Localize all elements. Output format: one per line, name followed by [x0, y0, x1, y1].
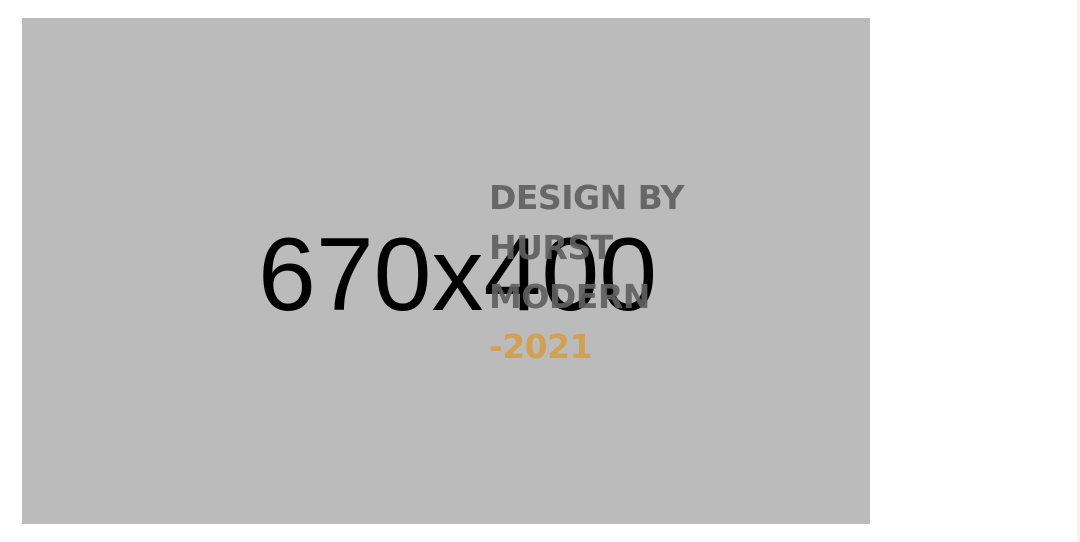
headline-line-3: MODERN: [489, 277, 650, 316]
hero-year: -2021: [489, 326, 593, 366]
hero-caption: DESIGN BY HURST MODERN -2021: [489, 173, 729, 371]
headline-line-2: HURST: [489, 227, 613, 267]
headline-line-1: DESIGN BY: [489, 178, 684, 217]
hero-image-placeholder: 670x400: [22, 18, 870, 524]
